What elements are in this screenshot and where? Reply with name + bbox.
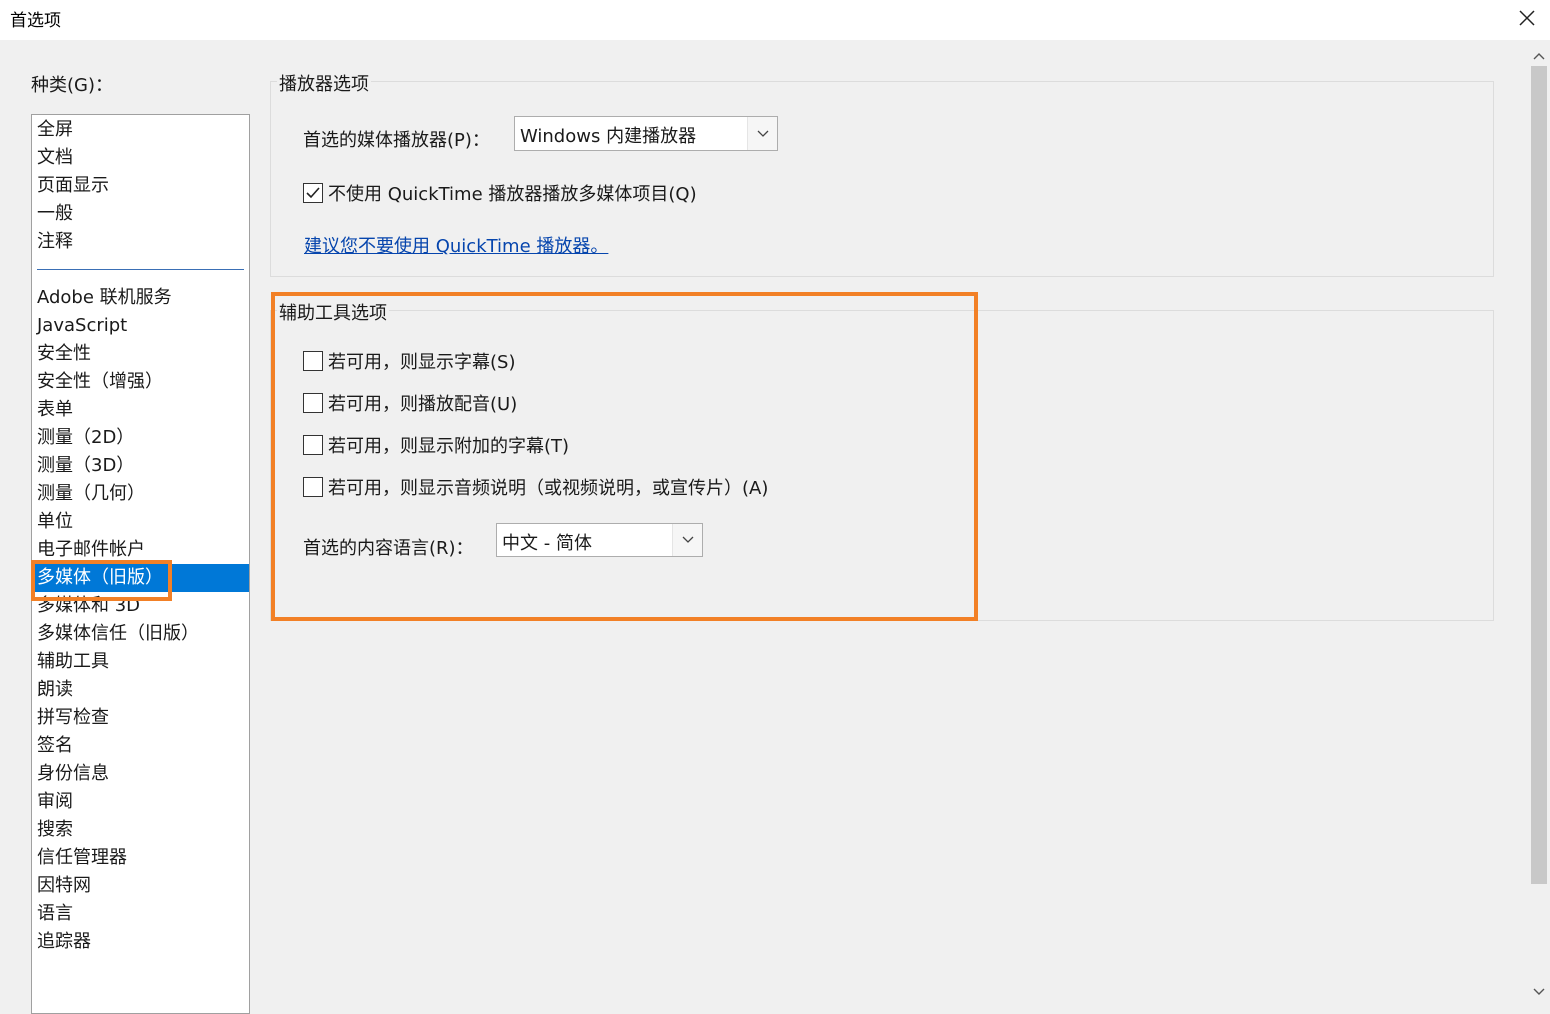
content-language-dropdown[interactable]: 中文 - 简体 bbox=[496, 523, 703, 557]
category-item-selected[interactable]: 多媒体（旧版） bbox=[33, 564, 249, 592]
category-item[interactable]: 全屏 bbox=[33, 116, 249, 144]
category-item[interactable]: 辅助工具 bbox=[33, 648, 249, 676]
category-item[interactable]: 追踪器 bbox=[33, 928, 249, 956]
scroll-up-button[interactable] bbox=[1528, 46, 1550, 66]
preferred-player-label: 首选的媒体播放器(P)： bbox=[303, 130, 490, 151]
accessibility-option[interactable]: 若可用，则显示附加的字幕(T) bbox=[303, 433, 569, 457]
show-extra-subtitles-checkbox[interactable] bbox=[303, 435, 323, 455]
window-title: 首选项 bbox=[10, 11, 61, 31]
no-quicktime-checkbox[interactable] bbox=[303, 183, 323, 203]
category-item[interactable]: 测量（3D） bbox=[33, 452, 249, 480]
category-item[interactable]: 身份信息 bbox=[33, 760, 249, 788]
content-language-value: 中文 - 简体 bbox=[502, 533, 592, 554]
categories-list[interactable]: 全屏 文档 页面显示 一般 注释 Adobe 联机服务 JavaScript 安… bbox=[31, 114, 250, 1014]
accessibility-options-title: 辅助工具选项 bbox=[277, 299, 389, 325]
player-options-title: 播放器选项 bbox=[277, 70, 371, 96]
accessibility-option[interactable]: 若可用，则播放配音(U) bbox=[303, 391, 517, 415]
scroll-down-button[interactable] bbox=[1528, 982, 1550, 1002]
category-item[interactable]: 搜索 bbox=[33, 816, 249, 844]
chevron-down-icon bbox=[672, 524, 702, 556]
category-item[interactable]: 单位 bbox=[33, 508, 249, 536]
category-item[interactable]: 审阅 bbox=[33, 788, 249, 816]
close-button[interactable] bbox=[1504, 0, 1550, 36]
category-item[interactable]: 朗读 bbox=[33, 676, 249, 704]
category-item[interactable]: 一般 bbox=[33, 200, 249, 228]
show-captions-checkbox[interactable] bbox=[303, 351, 323, 371]
preferred-player-value: Windows 内建播放器 bbox=[520, 126, 697, 147]
chevron-down-icon bbox=[747, 117, 777, 150]
no-quicktime-option[interactable]: 不使用 QuickTime 播放器播放多媒体项目(Q) bbox=[303, 181, 697, 205]
category-item[interactable]: 表单 bbox=[33, 396, 249, 424]
chevron-up-icon bbox=[1533, 53, 1545, 60]
checkmark-icon bbox=[306, 187, 320, 199]
category-item[interactable]: JavaScript bbox=[33, 312, 249, 340]
preferred-player-dropdown[interactable]: Windows 内建播放器 bbox=[514, 116, 778, 151]
category-item[interactable]: 测量（几何） bbox=[33, 480, 249, 508]
category-item[interactable]: 注释 bbox=[33, 228, 249, 256]
categories-label: 种类(G)： bbox=[31, 75, 113, 96]
quicktime-recommendation-link[interactable]: 建议您不要使用 QuickTime 播放器。 bbox=[304, 232, 608, 258]
play-dubbing-checkbox[interactable] bbox=[303, 393, 323, 413]
close-icon bbox=[1519, 10, 1535, 26]
show-audio-description-label: 若可用，则显示音频说明（或视频说明，或宣传片）(A) bbox=[328, 478, 769, 499]
category-item[interactable]: 多媒体和 3D bbox=[33, 592, 249, 620]
category-item[interactable]: 多媒体信任（旧版） bbox=[33, 620, 249, 648]
category-item[interactable]: 签名 bbox=[33, 732, 249, 760]
category-item[interactable]: 安全性 bbox=[33, 340, 249, 368]
category-item[interactable]: 因特网 bbox=[33, 872, 249, 900]
play-dubbing-label: 若可用，则播放配音(U) bbox=[328, 394, 518, 415]
scroll-thumb[interactable] bbox=[1531, 66, 1547, 884]
show-audio-description-checkbox[interactable] bbox=[303, 477, 323, 497]
category-item[interactable]: 语言 bbox=[33, 900, 249, 928]
category-item[interactable]: 测量（2D） bbox=[33, 424, 249, 452]
vertical-scrollbar[interactable] bbox=[1528, 40, 1550, 1004]
category-item[interactable]: 信任管理器 bbox=[33, 844, 249, 872]
category-item[interactable]: 安全性（增强） bbox=[33, 368, 249, 396]
category-item[interactable]: 拼写检查 bbox=[33, 704, 249, 732]
accessibility-option[interactable]: 若可用，则显示音频说明（或视频说明，或宣传片）(A) bbox=[303, 475, 768, 499]
title-bar: 首选项 bbox=[0, 0, 1550, 40]
show-captions-label: 若可用，则显示字幕(S) bbox=[328, 352, 516, 373]
show-extra-subtitles-label: 若可用，则显示附加的字幕(T) bbox=[328, 436, 570, 457]
category-item[interactable]: 文档 bbox=[33, 144, 249, 172]
no-quicktime-label: 不使用 QuickTime 播放器播放多媒体项目(Q) bbox=[328, 184, 697, 205]
category-item[interactable]: 电子邮件帐户 bbox=[33, 536, 249, 564]
dialog-content: 种类(G)： 全屏 文档 页面显示 一般 注释 Adobe 联机服务 JavaS… bbox=[0, 40, 1528, 1014]
category-separator bbox=[37, 269, 244, 270]
content-language-label: 首选的内容语言(R)： bbox=[303, 538, 474, 559]
accessibility-option[interactable]: 若可用，则显示字幕(S) bbox=[303, 349, 515, 373]
category-item[interactable]: 页面显示 bbox=[33, 172, 249, 200]
chevron-down-icon bbox=[1533, 988, 1545, 995]
category-item[interactable]: Adobe 联机服务 bbox=[33, 284, 249, 312]
